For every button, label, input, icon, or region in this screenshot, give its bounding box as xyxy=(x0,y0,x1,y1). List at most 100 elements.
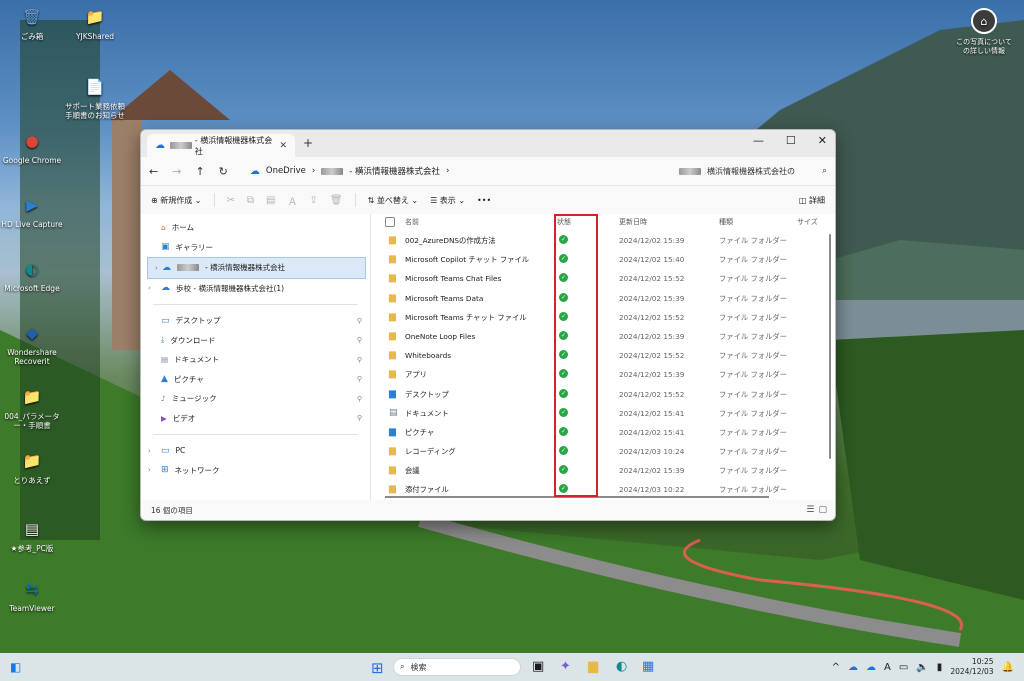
new-button[interactable]: ⊕ 新規作成 ⌄ xyxy=(151,195,202,206)
chevron-right-icon[interactable]: › xyxy=(155,264,158,272)
desktop-icon-teamviewer[interactable]: ⇆ TeamViewer xyxy=(0,576,64,613)
nav-item-documents[interactable]: ▤ ドキュメント ⚲ xyxy=(141,350,370,370)
table-row[interactable]: ▆ Microsoft Teams チャット ファイル ✓ 2024/12/02 15… xyxy=(385,307,835,326)
rename-icon[interactable]: Ａ xyxy=(287,193,297,208)
desktop-icon-chrome[interactable]: ● Google Chrome xyxy=(0,128,64,165)
breadcrumb-onedrive[interactable]: OneDrive xyxy=(266,166,306,176)
nav-item-downloads[interactable]: ⤓ ダウンロード ⚲ xyxy=(141,331,370,351)
maximize-button[interactable]: ☐ xyxy=(786,134,796,147)
table-row[interactable]: ▆ 添付ファイル ✓ 2024/12/03 10:22 ファイル フォルダー xyxy=(385,479,835,497)
widgets-icon[interactable]: ◧ xyxy=(10,660,21,674)
cut-icon[interactable]: ✂ xyxy=(227,195,235,206)
onedrive-tray-icon[interactable]: ☁ xyxy=(848,662,858,673)
file-explorer-taskbar-icon[interactable]: ▆ xyxy=(588,659,598,674)
more-button[interactable]: ••• xyxy=(477,196,491,205)
nav-item-desktop[interactable]: ▭ デスクトップ ⚲ xyxy=(141,311,370,331)
desktop-icon-reference-pc[interactable]: ▤ ★参考_PC版 xyxy=(0,516,64,553)
pin-icon[interactable]: ⚲ xyxy=(357,395,362,403)
up-button[interactable]: ↑ xyxy=(195,165,204,178)
chevron-right-icon[interactable]: › xyxy=(148,284,151,292)
column-date[interactable]: 更新日時 xyxy=(619,217,647,227)
breadcrumb-folder[interactable]: - 横浜情報機器株式会社 xyxy=(349,165,440,177)
view-button[interactable]: ☰ 表示 ⌄ xyxy=(430,195,465,206)
desktop-icon-yjkshared[interactable]: 📁 YJKShared xyxy=(63,4,127,41)
forward-button[interactable]: → xyxy=(172,165,181,178)
sort-button[interactable]: ⇅ 並べ替え ⌄ xyxy=(368,195,419,206)
select-all-checkbox[interactable] xyxy=(385,217,395,227)
battery-icon[interactable]: ▮ xyxy=(937,662,943,673)
delete-icon[interactable]: 🗑 xyxy=(330,195,343,206)
title-bar[interactable]: ☁ - 横浜情報機器株式会社 ✕ + — ☐ ✕ xyxy=(141,130,835,157)
pin-icon[interactable]: ⚲ xyxy=(357,375,362,383)
nav-item-videos[interactable]: ▶ ビデオ ⚲ xyxy=(141,409,370,429)
desktop-icon-toriaezu[interactable]: 📁 とりあえず xyxy=(0,448,64,485)
close-tab-icon[interactable]: ✕ xyxy=(279,141,287,151)
share-icon[interactable]: ⇪ xyxy=(309,195,317,206)
pin-icon[interactable]: ⚲ xyxy=(357,356,362,364)
file-explorer-window[interactable]: ☁ - 横浜情報機器株式会社 ✕ + — ☐ ✕ ← → ↑ ↻ ☁ OneDr… xyxy=(140,129,836,521)
task-view-icon[interactable]: ▣ xyxy=(532,659,544,674)
nav-item-network[interactable]: › ⊞ ネットワーク xyxy=(141,461,370,481)
chevron-right-icon[interactable]: › xyxy=(148,447,151,455)
table-row[interactable]: ▆ OneNote Loop Files ✓ 2024/12/02 15:39 ファイル… xyxy=(385,326,835,345)
nav-item-pictures[interactable]: ▲ ピクチャ ⚲ xyxy=(141,370,370,390)
search-input[interactable]: 横浜情報機器株式会社の ⌕ xyxy=(679,161,827,181)
chevron-right-icon[interactable]: › xyxy=(148,466,151,474)
table-row[interactable]: ▆ Microsoft Teams Chat Files ✓ 2024/12/02 1… xyxy=(385,268,835,287)
volume-icon[interactable]: 🔈 xyxy=(916,662,928,673)
pin-icon[interactable]: ⚲ xyxy=(357,336,362,344)
column-size[interactable]: サイズ xyxy=(797,217,818,227)
minimize-button[interactable]: — xyxy=(753,134,764,147)
details-button[interactable]: ◫ 詳細 xyxy=(799,195,825,206)
desktop-icon-recycle-bin[interactable]: 🗑 ごみ箱 xyxy=(0,4,64,41)
desktop-icon-hd-live-capture[interactable]: ▶ HD Live Capture xyxy=(0,192,64,229)
store-taskbar-icon[interactable]: ▦ xyxy=(642,659,654,674)
start-button[interactable]: ⊞ xyxy=(371,659,384,677)
table-row[interactable]: ▆ 002_AzureDNSの作成方法 ✓ 2024/12/02 15:39 ファイル … xyxy=(385,230,835,249)
column-name[interactable]: 名前 xyxy=(405,217,419,227)
address-bar[interactable]: ☁ OneDrive › - 横浜情報機器株式会社 › xyxy=(242,161,665,181)
nav-item-onedrive-selected[interactable]: › ☁ - 横浜情報機器株式会社 xyxy=(147,257,366,279)
column-type[interactable]: 種類 xyxy=(719,217,733,227)
clock[interactable]: 10:25 2024/12/03 xyxy=(950,657,993,677)
close-button[interactable]: ✕ xyxy=(818,134,827,147)
paste-icon[interactable]: ▤ xyxy=(266,195,275,206)
desktop-icon-support-doc[interactable]: 📄 サポート業務依頼手順書のお知らせ xyxy=(63,74,127,120)
desktop-icon-edge[interactable]: ◐ Microsoft Edge xyxy=(0,256,64,293)
onedrive-tray-icon-2[interactable]: ☁ xyxy=(866,662,876,673)
pin-icon[interactable]: ⚲ xyxy=(357,414,362,422)
vertical-scrollbar[interactable] xyxy=(829,234,831,459)
nav-item-gallery[interactable]: ▣ ギャラリー xyxy=(141,238,370,258)
table-row[interactable]: ▆ Whiteboards ✓ 2024/12/02 15:52 ファイル フォルダー xyxy=(385,345,835,364)
nav-item-music[interactable]: ♪ ミュージック ⚲ xyxy=(141,389,370,409)
column-status[interactable]: 状態 xyxy=(557,217,571,227)
nav-item-pc[interactable]: › ▭ PC xyxy=(141,441,370,461)
copilot-icon[interactable]: ✦ xyxy=(560,659,571,674)
network-tray-icon[interactable]: ▭ xyxy=(899,662,908,673)
nav-item-home[interactable]: ⌂ ホーム xyxy=(141,218,370,238)
photo-info[interactable]: ⌂ この写真についての詳しい情報 xyxy=(954,8,1014,56)
horizontal-scrollbar[interactable] xyxy=(385,496,769,498)
table-row[interactable]: ▆ デスクトップ ✓ 2024/12/02 15:52 ファイル フォルダー xyxy=(385,384,835,403)
desktop-icon-parameter-folder[interactable]: 📁 004_パラメーター・手順書 xyxy=(0,384,64,430)
details-view-icon[interactable]: ☰ xyxy=(806,505,814,515)
edge-taskbar-icon[interactable]: ◐ xyxy=(616,659,627,674)
refresh-button[interactable]: ↻ xyxy=(219,165,228,178)
nav-item-onedrive-other[interactable]: › ☁ 歩校 - 横浜情報機器株式会社(1) xyxy=(141,279,370,299)
table-row[interactable]: ▆ 会議 ✓ 2024/12/02 15:39 ファイル フォルダー xyxy=(385,460,835,479)
copy-icon[interactable]: ⧉ xyxy=(247,195,254,206)
tiles-view-icon[interactable]: ▢ xyxy=(818,505,827,515)
table-row[interactable]: ▆ ピクチャ ✓ 2024/12/02 15:41 ファイル フォルダー xyxy=(385,422,835,441)
chevron-up-icon[interactable]: ^ xyxy=(832,662,840,673)
pin-icon[interactable]: ⚲ xyxy=(357,317,362,325)
tab-onedrive[interactable]: ☁ - 横浜情報機器株式会社 ✕ xyxy=(147,134,295,157)
taskbar-search[interactable]: ⌕ 検索 xyxy=(393,658,521,676)
table-row[interactable]: ▆ レコーディング ✓ 2024/12/03 10:24 ファイル フォルダー xyxy=(385,441,835,460)
notification-icon[interactable]: 🔔 xyxy=(1002,662,1014,673)
back-button[interactable]: ← xyxy=(149,165,158,178)
table-row[interactable]: ▆ Microsoft Copilot チャット ファイル ✓ 2024/12/02 … xyxy=(385,249,835,268)
ime-indicator[interactable]: A xyxy=(884,662,891,673)
new-tab-button[interactable]: + xyxy=(303,136,313,150)
desktop-icon-recoverit[interactable]: ◆ Wondershare Recoverit xyxy=(0,320,64,366)
table-row[interactable]: ▆ Microsoft Teams Data ✓ 2024/12/02 15:39 ファ… xyxy=(385,288,835,307)
